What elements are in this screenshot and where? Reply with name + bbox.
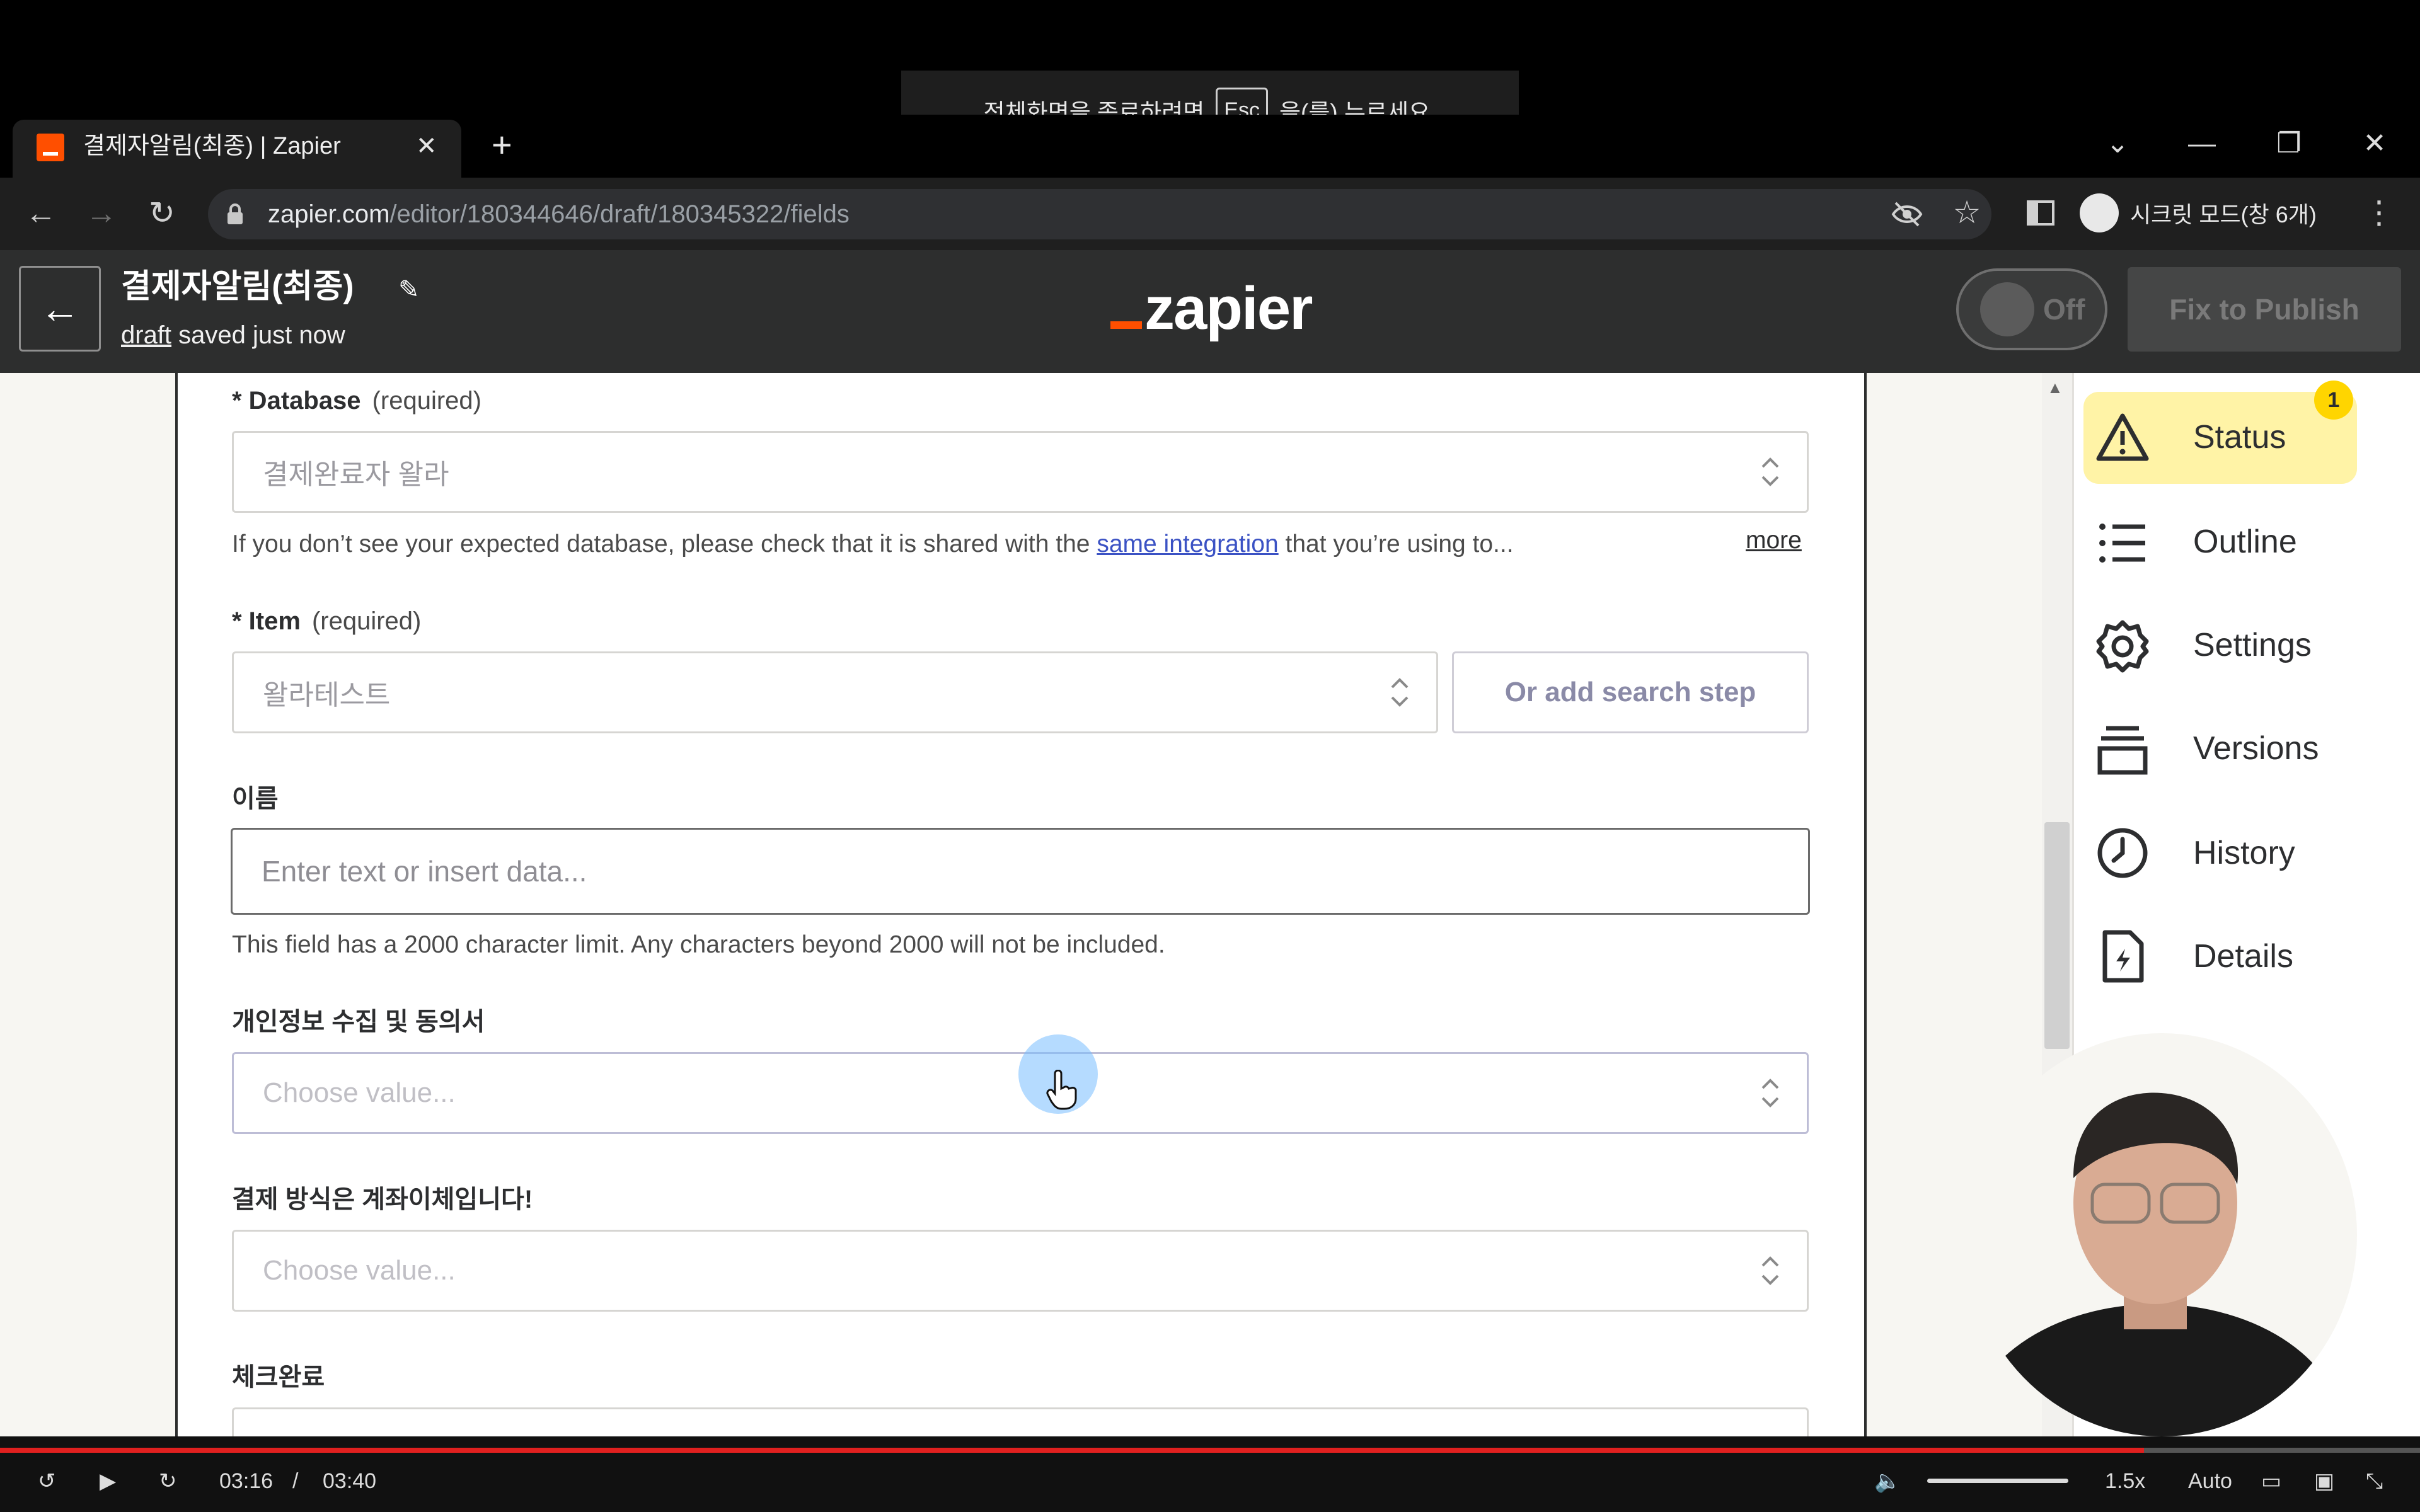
database-select[interactable]: 결제완료자 왈라 [232, 431, 1809, 513]
rewind-10-icon[interactable]: ↺ [38, 1463, 56, 1499]
draft-saved-text: saved just now [171, 321, 345, 349]
same-integration-link[interactable]: same integration [1097, 530, 1278, 558]
tab-search-chevron-icon[interactable]: ⌄ [2092, 126, 2143, 161]
hand-pointer-icon [1046, 1070, 1077, 1110]
sidebar-item-history[interactable]: History [2193, 828, 2295, 878]
character-limit-help: This field has a 2000 character limit. A… [232, 931, 1165, 958]
sidebar-item-status-label: Status [2193, 419, 2286, 455]
presenter-video-image [1966, 1092, 2344, 1436]
play-icon[interactable]: ▶ [100, 1463, 116, 1499]
check-complete-label: 체크완료 [232, 1363, 325, 1391]
sidebar-item-versions[interactable]: Versions [2193, 723, 2319, 774]
profile-label: 시크릿 모드(창 6개) [2130, 202, 2317, 227]
scroll-up-arrow-icon[interactable]: ▲ [2047, 378, 2063, 398]
incognito-icon [2080, 193, 2119, 232]
zapier-logo: zapier [1110, 271, 1313, 346]
name-text-input[interactable]: Enter text or insert data... [231, 828, 1810, 915]
lock-icon [228, 203, 243, 224]
playback-speed[interactable]: 1.5x [2105, 1463, 2145, 1499]
item-value: 왈라테스트 [263, 680, 391, 711]
tab-close-icon[interactable]: ✕ [416, 129, 437, 164]
add-search-step-button[interactable]: Or add search step [1452, 651, 1809, 733]
restore-window-icon[interactable]: ❐ [2264, 126, 2314, 161]
warning-icon [2096, 413, 2149, 461]
close-window-icon[interactable]: ✕ [2349, 126, 2400, 161]
privacy-consent-label: 개인정보 수집 및 동의서 [232, 1008, 485, 1036]
volume-icon[interactable]: 🔈 [1874, 1463, 1901, 1499]
back-arrow-icon[interactable]: ← [19, 192, 63, 234]
zapier-favicon-icon [37, 134, 64, 161]
draft-status: draft saved just now [121, 316, 345, 354]
toggle-label: Off [2043, 293, 2085, 326]
database-help-text: If you don’t see your expected database,… [232, 530, 1514, 558]
gear-icon [2096, 620, 2149, 673]
url-text[interactable]: zapier.com/editor/180344646/draft/180345… [268, 194, 850, 234]
quality-setting[interactable]: Auto [2188, 1463, 2232, 1499]
list-icon [2099, 524, 2145, 563]
new-tab-button[interactable]: + [492, 125, 512, 165]
name-field-label: 이름 [232, 785, 279, 813]
bookmark-star-icon[interactable]: ☆ [1945, 192, 1989, 233]
minimize-window-icon[interactable]: — [2177, 126, 2227, 161]
eye-off-icon[interactable] [1891, 198, 1923, 231]
video-progress-fill [0, 1448, 2145, 1453]
clock-icon [2097, 828, 2148, 878]
zap-title[interactable]: 결제자알림(최종) [121, 265, 354, 309]
sidebar-item-outline[interactable]: Outline [2193, 517, 2297, 567]
url-path: /editor/180344646/draft/180345322/fields [389, 200, 850, 228]
fix-to-publish-button[interactable]: Fix to Publish [2128, 267, 2401, 352]
select-chevron-icon [1391, 678, 1409, 707]
exit-fullscreen-icon[interactable]: ⤡ [2366, 1463, 2383, 1499]
select-chevron-icon [1761, 1079, 1779, 1108]
time-separator: / [292, 1469, 299, 1493]
select-chevron-icon [1761, 457, 1779, 486]
webcam-overlay [1966, 1033, 2357, 1436]
payment-method-label: 결제 방식은 계좌이체입니다! [232, 1186, 533, 1213]
payment-method-placeholder: Choose value... [263, 1255, 456, 1286]
privacy-consent-placeholder: Choose value... [263, 1077, 456, 1108]
total-duration: 03:40 [323, 1469, 377, 1493]
select-chevron-icon [1761, 1256, 1779, 1285]
theater-mode-icon[interactable]: ▣ [2314, 1463, 2334, 1499]
item-label: * Item (required) [232, 607, 422, 635]
side-panel-icon[interactable] [2025, 198, 2056, 228]
payment-method-select[interactable]: Choose value... [232, 1230, 1809, 1312]
forward-arrow-icon[interactable]: → [79, 192, 124, 234]
check-complete-select[interactable] [232, 1407, 1809, 1436]
captions-icon[interactable]: ▭ [2261, 1463, 2281, 1499]
sidebar-item-details[interactable]: Details [2193, 931, 2293, 982]
forward-10-icon[interactable]: ↻ [159, 1463, 177, 1499]
zapier-logo-text: zapier [1144, 275, 1313, 342]
versions-icon [2097, 726, 2148, 775]
tab-title: 결제자알림(최종) | Zapier [83, 133, 341, 159]
volume-slider[interactable] [1927, 1479, 2068, 1483]
file-bolt-icon [2102, 930, 2144, 983]
kebab-menu-icon[interactable]: ⋮ [2357, 192, 2401, 233]
item-select[interactable]: 왈라테스트 [232, 651, 1438, 733]
database-label: * Database (required) [232, 387, 481, 415]
draft-link[interactable]: draft [121, 321, 171, 349]
sidebar-item-settings[interactable]: Settings [2193, 620, 2312, 670]
more-link[interactable]: more [1746, 522, 1802, 559]
scrollbar-thumb[interactable] [2044, 822, 2070, 1049]
database-value: 결제완료자 왈라 [263, 459, 449, 490]
url-host: zapier.com [268, 200, 390, 228]
incognito-profile[interactable]: 시크릿 모드(창 6개) [2080, 192, 2317, 234]
pencil-icon[interactable]: ✎ [398, 272, 420, 307]
back-button[interactable]: ← [19, 266, 101, 352]
reload-icon[interactable]: ↻ [140, 192, 184, 234]
toggle-knob [1980, 282, 2034, 336]
current-time: 03:16 [219, 1469, 274, 1493]
status-badge: 1 [2314, 381, 2353, 420]
